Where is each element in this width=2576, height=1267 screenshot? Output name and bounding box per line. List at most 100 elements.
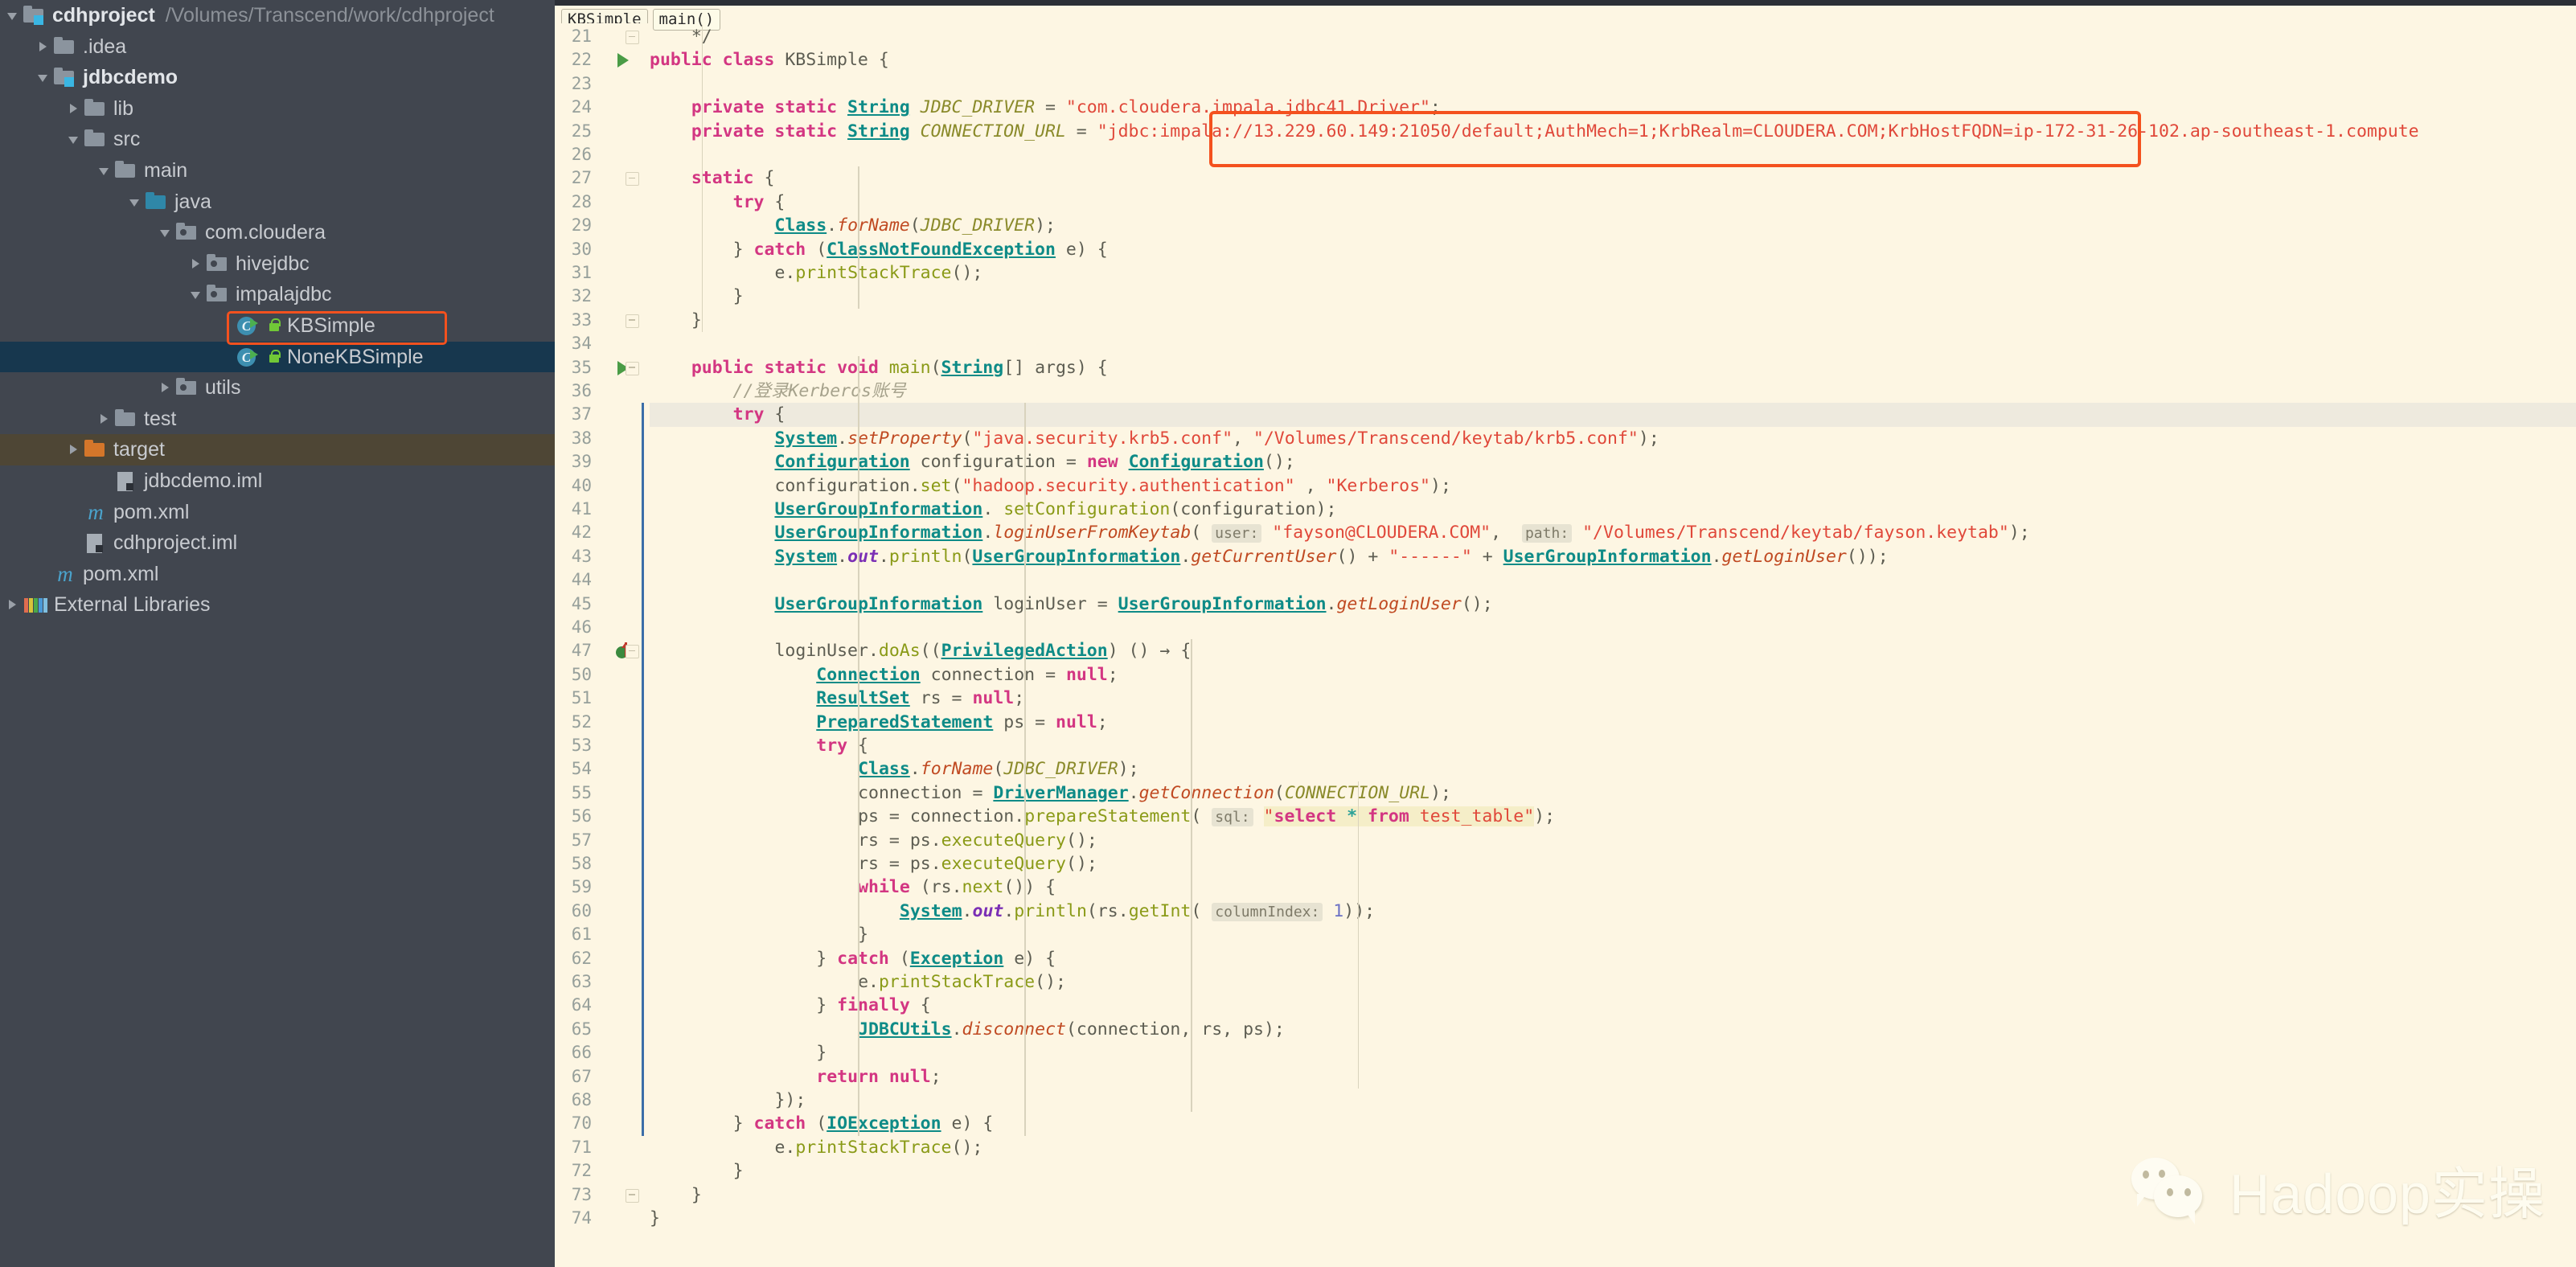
tree-item-kbsimple[interactable]: C KBSimple [0, 310, 555, 342]
tree-item-src[interactable]: src [0, 124, 555, 155]
code-line[interactable]: Connection connection = null; [650, 663, 1118, 687]
chevron-down-icon[interactable] [35, 62, 53, 93]
chevron-right-icon[interactable] [66, 93, 84, 125]
fold-toggle-icon[interactable] [626, 172, 639, 187]
code-line[interactable]: } [650, 1041, 827, 1064]
code-line[interactable]: connection = DriverManager.getConnection… [650, 781, 1451, 805]
code-line[interactable]: ps = connection.prepareStatement( sql: "… [650, 805, 1555, 828]
code-editor[interactable]: KBSimple main() 21 22 23 24 25 26 27 28 29 30 31 32 3… [555, 0, 2576, 1267]
tree-item-hivejdbc[interactable]: hivejdbc [0, 248, 555, 280]
fold-toggle-icon[interactable] [626, 645, 639, 659]
tree-item-main[interactable]: main [0, 155, 555, 187]
code-content[interactable]: */public class KBSimple { private static… [642, 23, 2576, 1267]
editor-gutter[interactable]: 21 22 23 24 25 26 27 28 29 30 31 32 33 34 35 36 37 38 39 40… [555, 23, 650, 1267]
fold-toggle-icon[interactable] [626, 31, 639, 44]
code-line[interactable]: private static String CONNECTION_URL = "… [650, 120, 2419, 143]
tree-item-com-cloudera[interactable]: com.cloudera [0, 217, 555, 248]
run-gutter-icon[interactable] [617, 53, 629, 68]
tree-item--idea[interactable]: .idea [0, 31, 555, 63]
code-line[interactable]: JDBCUtils.disconnect(connection, rs, ps)… [650, 1018, 1285, 1041]
code-line[interactable]: } [650, 1183, 702, 1207]
tree-item-lib[interactable]: lib [0, 93, 555, 125]
code-line[interactable]: while (rs.next()) { [650, 875, 1056, 899]
code-line[interactable]: public class KBSimple { [650, 48, 889, 72]
chevron-right-icon[interactable] [188, 248, 206, 280]
code-line[interactable]: } [650, 285, 744, 308]
fold-toggle-icon[interactable] [626, 314, 639, 328]
tree-item-cdhproject[interactable]: cdhproject/Volumes/Transcend/work/cdhpro… [0, 0, 555, 31]
tree-item-impalajdbc[interactable]: impalajdbc [0, 279, 555, 310]
indent-guide [701, 25, 703, 333]
tree-item-utils[interactable]: utils [0, 372, 555, 404]
chevron-down-icon[interactable] [127, 187, 145, 218]
code-line[interactable]: } catch (ClassNotFoundException e) { [650, 238, 1108, 261]
code-line[interactable]: Class.forName(JDBC_DRIVER); [650, 757, 1139, 781]
code-line[interactable]: Configuration configuration = new Config… [650, 450, 1294, 474]
code-line[interactable]: loginUser.doAs((PrivilegedAction) () → { [650, 639, 1191, 662]
project-tree-panel[interactable]: cdhproject/Volumes/Transcend/work/cdhpro… [0, 0, 555, 1267]
tree-item-jdbcdemo-iml[interactable]: jdbcdemo.iml [0, 465, 555, 497]
fold-toggle-icon[interactable] [626, 1188, 639, 1203]
external-libraries-icon [23, 589, 48, 621]
code-line[interactable]: System.setProperty("java.security.krb5.c… [650, 427, 1659, 450]
code-line[interactable]: PreparedStatement ps = null; [650, 711, 1108, 734]
tree-item-label: java [174, 190, 211, 213]
code-line[interactable]: UserGroupInformation.loginUserFromKeytab… [650, 521, 2030, 544]
chevron-down-icon[interactable] [5, 0, 23, 31]
code-line[interactable]: rs = ps.executeQuery(); [650, 852, 1097, 875]
line-number: 53 [571, 736, 592, 755]
code-line[interactable]: } catch (IOException e) { [650, 1112, 994, 1135]
code-line[interactable]: } [650, 923, 868, 946]
tree-item-nonekbsimple[interactable]: C NoneKBSimple [0, 341, 555, 373]
tree-item-pom-xml[interactable]: m pom.xml [0, 559, 555, 590]
tree-item-label: utils [205, 376, 241, 400]
code-line[interactable]: } finally { [650, 994, 930, 1017]
code-line[interactable]: public static void main(String[] args) { [650, 356, 1108, 379]
code-line[interactable]: Class.forName(JDBC_DRIVER); [650, 214, 1056, 237]
tree-item-target[interactable]: target [0, 434, 555, 465]
code-line[interactable]: UserGroupInformation loginUser = UserGro… [650, 592, 1492, 616]
chevron-down-icon[interactable] [158, 217, 175, 248]
chevron-right-icon[interactable] [66, 434, 84, 465]
package-icon [175, 372, 199, 404]
code-line[interactable]: } [650, 1207, 660, 1230]
code-line[interactable]: try { [650, 403, 2576, 427]
code-line[interactable]: e.printStackTrace(); [650, 1136, 982, 1159]
code-line[interactable]: System.out.println(rs.getInt( columnInde… [650, 900, 1375, 923]
code-line[interactable]: try { [650, 734, 868, 757]
tree-item-external-libraries[interactable]: External Libraries [0, 589, 555, 621]
code-line[interactable]: System.out.println(UserGroupInformation.… [650, 545, 1888, 568]
code-line[interactable]: //登录Kerberos账号 [650, 379, 906, 403]
chevron-down-icon[interactable] [96, 155, 114, 187]
code-line[interactable]: try { [650, 191, 786, 214]
chevron-right-icon[interactable] [35, 31, 53, 63]
chevron-right-icon[interactable] [5, 589, 23, 621]
chevron-down-icon[interactable] [66, 124, 84, 155]
chevron-right-icon[interactable] [158, 372, 175, 404]
code-line[interactable]: } [650, 1159, 744, 1183]
tree-item-label: pom.xml [83, 562, 159, 585]
tree-item-pom-xml[interactable]: m pom.xml [0, 497, 555, 528]
tree-item-jdbcdemo[interactable]: jdbcdemo [0, 62, 555, 93]
code-line[interactable]: ResultSet rs = null; [650, 687, 1024, 710]
code-line[interactable]: return null; [650, 1065, 941, 1089]
chevron-down-icon[interactable] [188, 279, 206, 310]
code-line[interactable]: }); [650, 1089, 806, 1112]
line-number: 51 [571, 688, 592, 708]
line-number: 71 [571, 1137, 592, 1157]
code-line[interactable]: static { [650, 166, 775, 190]
fold-toggle-icon[interactable] [626, 361, 639, 375]
code-line[interactable]: configuration.set("hadoop.security.authe… [650, 474, 1450, 498]
code-line[interactable]: } [650, 309, 702, 332]
chevron-right-icon[interactable] [96, 404, 114, 435]
tree-item-test[interactable]: test [0, 404, 555, 435]
code-line[interactable]: UserGroupInformation. setConfiguration(c… [650, 498, 1336, 521]
code-line[interactable]: rs = ps.executeQuery(); [650, 829, 1097, 852]
tree-item-cdhproject-iml[interactable]: cdhproject.iml [0, 527, 555, 559]
code-line[interactable]: e.printStackTrace(); [650, 261, 982, 285]
tree-item-java[interactable]: java [0, 187, 555, 218]
indent-guide [858, 166, 859, 309]
code-line[interactable]: private static String JDBC_DRIVER = "com… [650, 96, 1441, 119]
code-line[interactable]: } catch (Exception e) { [650, 947, 1056, 970]
